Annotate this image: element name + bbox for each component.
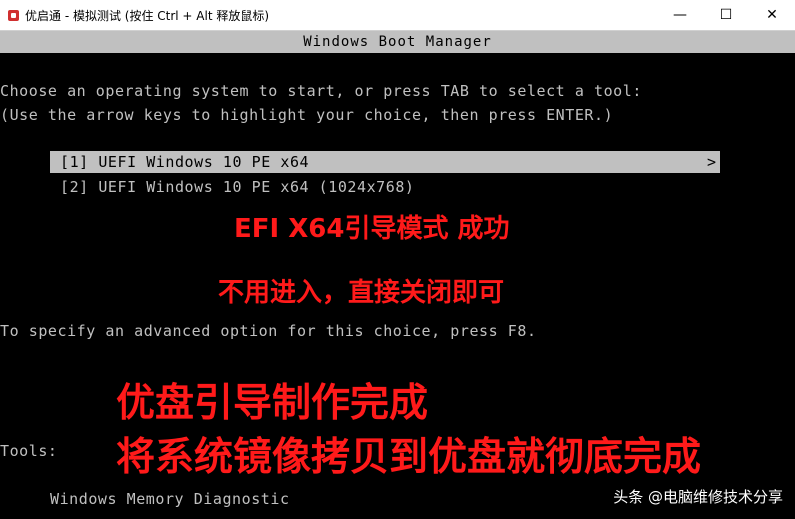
boot-entry[interactable]: [2] UEFI Windows 10 PE x64 (1024x768) [60,178,415,196]
tools-label: Tools: [0,442,58,460]
annotation-usb-done: 优盘引导制作完成 [116,381,429,426]
annotation-close-hint: 不用进入，直接关闭即可 [218,278,505,308]
annotation-efi-success: EFI X64引导模式 成功 [234,214,510,244]
boot-prompt-line-1: Choose an operating system to start, or … [0,82,642,100]
window-title: 优启通 - 模拟测试 (按住 Ctrl + Alt 释放鼠标) [25,8,270,23]
watermark: 头条 @电脑维修技术分享 [613,488,783,506]
window-title-bar[interactable]: 优启通 - 模拟测试 (按住 Ctrl + Alt 释放鼠标) — ☐ ✕ [0,0,795,31]
advanced-option-hint: To specify an advanced option for this c… [0,322,537,340]
annotation-copy-image: 将系统镜像拷贝到优盘就彻底完成 [116,435,702,480]
selection-arrow-icon: > [706,153,716,171]
tool-item[interactable]: Windows Memory Diagnostic [50,490,290,508]
close-button[interactable]: ✕ [749,0,795,30]
minimize-button[interactable]: — [657,0,703,30]
maximize-button[interactable]: ☐ [703,0,749,30]
boot-manager-header: Windows Boot Manager [0,31,795,53]
window-controls: — ☐ ✕ [657,0,795,30]
boot-entry-selected[interactable]: [1] UEFI Windows 10 PE x64 > [50,151,720,173]
boot-prompt-line-2: (Use the arrow keys to highlight your ch… [0,106,614,124]
app-icon [8,9,19,21]
boot-entry-label: [1] UEFI Windows 10 PE x64 [60,153,310,171]
